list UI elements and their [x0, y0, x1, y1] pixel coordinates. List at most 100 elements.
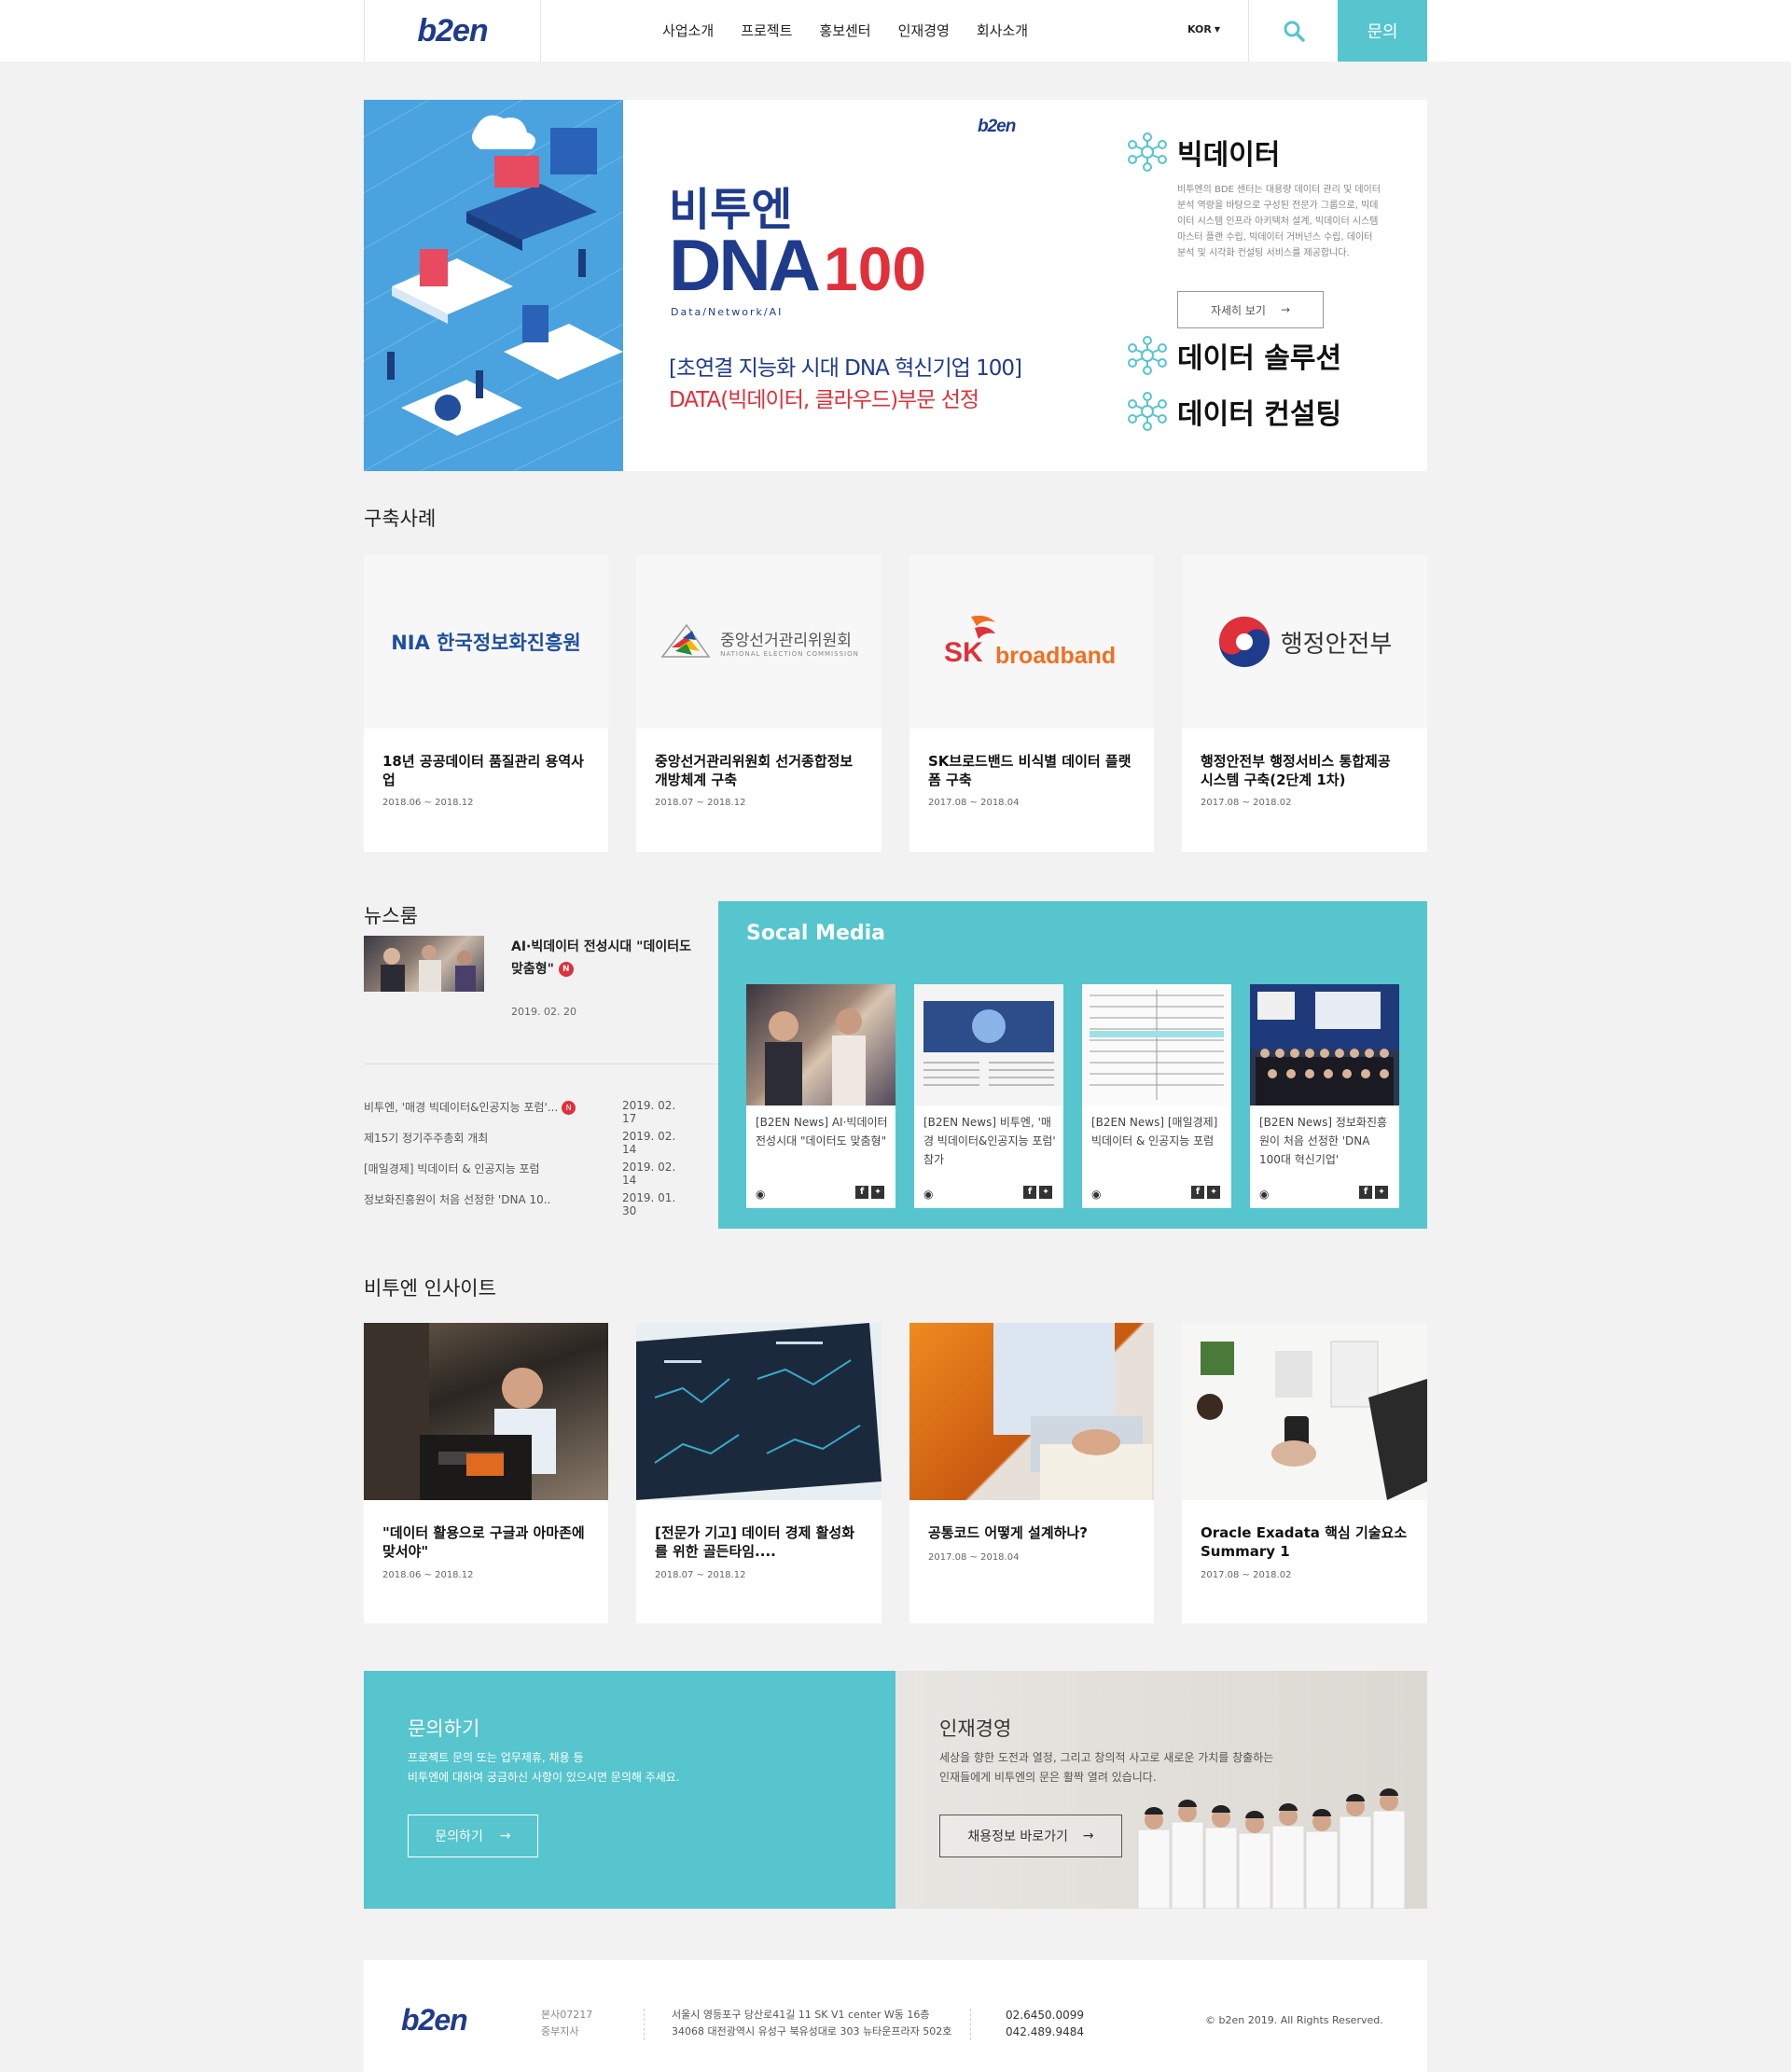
- contact-description-1: 프로젝트 문의 또는 업무제휴, 채용 등: [408, 1751, 584, 1764]
- news-featured-title[interactable]: AI·빅데이터 전성시대 "데이터도 맞춤형" N: [511, 936, 698, 980]
- case-logo-area: 중앙선거관리위원회 NATIONAL ELECTION COMMISSION: [636, 555, 882, 729]
- footer-addresses: 서울시 영등포구 당산로41길 11 SK V1 center W동 16층 3…: [672, 2007, 951, 2040]
- insight-card[interactable]: 공통코드 어떻게 설계하나? 2017.08 ~ 2018.04: [909, 1323, 1154, 1623]
- facebook-icon[interactable]: f: [1191, 1186, 1204, 1199]
- news-list-item[interactable]: 비투엔, '매경 빅데이터&인공지능 포럼'... N 2019. 02. 17: [364, 1099, 690, 1125]
- facebook-icon[interactable]: f: [1023, 1186, 1036, 1199]
- document-table-photo: [1090, 990, 1224, 1100]
- footer-divider: [644, 2009, 645, 2040]
- arrow-right-icon: →: [1280, 303, 1291, 316]
- careers-banner: 인재경영 세상을 향한 도전과 열정, 그리고 창의적 사고로 새로운 가치를 …: [896, 1671, 1427, 1909]
- insight-title: 비투엔 인사이트: [364, 1277, 496, 1300]
- twitter-icon[interactable]: ✦: [1039, 1186, 1052, 1199]
- nav-item-projects[interactable]: 프로젝트: [741, 21, 792, 40]
- footer-label-hq: 본사07217: [541, 2009, 593, 2021]
- social-card-text: [B2EN News] 정보화진흥원이 처음 선정한 'DNA 100대 혁신기…: [1259, 1116, 1388, 1166]
- desk-phone-photo: [1197, 1341, 1427, 1500]
- insight-card-date: 2018.06 ~ 2018.12: [382, 1570, 474, 1580]
- network-icon: [1128, 392, 1167, 431]
- insight-card[interactable]: [전문가 기고] 데이터 경제 활성화를 위한 골든타임.... 2018.07…: [636, 1323, 882, 1623]
- news-list-item[interactable]: [매일경제] 빅데이터 & 인공지능 포럼 2019. 02. 14: [364, 1161, 690, 1187]
- insight-card[interactable]: Oracle Exadata 핵심 기술요소 Summary 1 2017.08…: [1182, 1323, 1427, 1623]
- audience-photo: [765, 1008, 866, 1106]
- search-button[interactable]: [1248, 0, 1338, 62]
- newsroom-title: 뉴스룸: [364, 905, 418, 927]
- inquiry-button[interactable]: 문의: [1338, 0, 1427, 62]
- service-bigdata[interactable]: 빅데이터: [1127, 132, 1280, 173]
- taegeuk-emblem-icon: [1218, 617, 1270, 667]
- footer-copyright: © b2en 2019. All Rights Reserved.: [1205, 2014, 1383, 2026]
- case-title: 행정안전부 행정서비스 통합제공 시스템 구축(2단계 1차): [1201, 753, 1391, 788]
- service-consulting[interactable]: 데이터 컨설팅: [1127, 391, 1341, 432]
- audience-photo: [381, 945, 476, 992]
- banner-line-2: DATA(빅데이터, 클라우드)부문 선정: [669, 388, 979, 412]
- social-card-text: [B2EN News] 비투엔, '매경 빅데이터&인공지능 포럼' 참가: [923, 1116, 1056, 1166]
- case-card[interactable]: 중앙선거관리위원회 NATIONAL ELECTION COMMISSION 중…: [636, 555, 882, 852]
- language-selector[interactable]: KOR ▼: [1187, 23, 1220, 35]
- case-logo-area: SK broadband: [909, 555, 1154, 729]
- social-card[interactable]: [B2EN News] 비투엔, '매경 빅데이터&인공지능 포럼' 참가 ◉ …: [914, 984, 1063, 1208]
- insight-card-title: "데이터 활용으로 구글과 아마존에 맞서야": [382, 1524, 585, 1560]
- social-card-image: [914, 984, 1063, 1106]
- news-item-title: 비투엔, '매경 빅데이터&인공지능 포럼'...: [364, 1101, 559, 1114]
- social-card[interactable]: [B2EN News] [매일경제] 빅데이터 & 인공지능 포럼 ◉ f ✦: [1082, 984, 1231, 1208]
- new-badge: N: [562, 1101, 576, 1115]
- hero-illustration: [364, 100, 623, 471]
- banner-subtitle: Data/Network/AI: [671, 306, 784, 318]
- news-featured-thumbnail[interactable]: [364, 936, 484, 992]
- rss-icon[interactable]: ◉: [923, 1188, 933, 1201]
- social-card[interactable]: [B2EN News] AI·빅데이터 전성시대 "데이터도 맞춤형" ◉ f …: [746, 984, 896, 1208]
- case-card[interactable]: SK broadband SK브로드밴드 비식별 데이터 플랫폼 구축 2017…: [909, 555, 1154, 852]
- facebook-icon[interactable]: f: [1359, 1186, 1372, 1199]
- hero-section: b2en 비투엔 DNA 100 Data/Network/AI [초연결 지능…: [364, 100, 1427, 471]
- social-card[interactable]: [B2EN News] 정보화진흥원이 처음 선정한 'DNA 100대 혁신기…: [1250, 984, 1399, 1208]
- nav-item-company[interactable]: 회사소개: [977, 21, 1028, 40]
- insight-card-image: [1182, 1323, 1427, 1500]
- rss-icon[interactable]: ◉: [1259, 1188, 1269, 1201]
- case-card[interactable]: 행정안전부 행정안전부 행정서비스 통합제공 시스템 구축(2단계 1차) 20…: [1182, 555, 1427, 852]
- banner-logo: b2en: [978, 117, 1016, 136]
- news-item-title: 정보화진흥원이 처음 선정한 'DNA 10..: [364, 1193, 551, 1206]
- service-solution[interactable]: 데이터 솔루션: [1127, 335, 1341, 376]
- twitter-icon[interactable]: ✦: [871, 1186, 884, 1199]
- nav-item-pr[interactable]: 홍보센터: [819, 21, 870, 40]
- banner-title-dna: DNA: [669, 224, 821, 306]
- service-bigdata-description: 비투엔의 BDE 센터는 대용량 데이터 관리 및 데이터 분석 역량을 바탕으…: [1177, 185, 1381, 258]
- company-logo[interactable]: b2en: [417, 13, 488, 49]
- careers-button-label: 채용정보 바로가기: [967, 1829, 1068, 1844]
- case-title: SK브로드밴드 비식별 데이터 플랫폼 구축: [928, 753, 1132, 788]
- twitter-icon[interactable]: ✦: [1375, 1186, 1388, 1199]
- network-icon: [1128, 336, 1167, 375]
- contact-banner: 문의하기 프로젝트 문의 또는 업무제휴, 채용 등 비투엔에 대하여 궁금하신…: [364, 1671, 896, 1909]
- details-button[interactable]: 자세히 보기 →: [1177, 291, 1324, 328]
- insight-card-date: 2017.08 ~ 2018.02: [1201, 1570, 1292, 1580]
- arrow-right-icon: →: [499, 1829, 511, 1843]
- election-commission-name: 중앙선거관리위원회: [720, 631, 852, 650]
- news-list-item[interactable]: 정보화진흥원이 처음 선정한 'DNA 10.. 2019. 01. 30: [364, 1191, 690, 1217]
- header-logo-box[interactable]: b2en: [364, 0, 541, 62]
- nav-item-business[interactable]: 사업소개: [662, 21, 714, 40]
- insight-card[interactable]: "데이터 활용으로 구글과 아마존에 맞서야" 2018.06 ~ 2018.1…: [364, 1323, 608, 1623]
- careers-button[interactable]: 채용정보 바로가기 →: [939, 1815, 1122, 1857]
- facebook-icon[interactable]: f: [855, 1186, 868, 1199]
- insight-card-date: 2017.08 ~ 2018.04: [928, 1552, 1020, 1563]
- isometric-illustration: [364, 100, 623, 471]
- office-man-photo: [364, 1323, 556, 1500]
- contact-button[interactable]: 문의하기 →: [408, 1815, 538, 1857]
- rss-icon[interactable]: ◉: [756, 1188, 765, 1201]
- banner-line-1: [초연결 지능화 시대 DNA 혁신기업 100]: [669, 356, 1022, 381]
- case-date: 2018.07 ~ 2018.12: [655, 798, 746, 808]
- search-icon: [1284, 21, 1305, 42]
- news-list-item[interactable]: 제15기 정기주주총회 개최 2019. 02. 14: [364, 1130, 690, 1156]
- rss-icon[interactable]: ◉: [1091, 1188, 1101, 1201]
- social-media-section: Socal Media [B2EN News] AI·빅데이터 전성시대 "데이…: [718, 901, 1427, 1229]
- footer-logo[interactable]: b2en: [401, 2003, 468, 2037]
- case-card[interactable]: NIA 한국정보화진흥원 18년 공공데이터 품질관리 용역사업 2018.06…: [364, 555, 608, 852]
- newspaper-photo: [923, 1001, 1054, 1086]
- case-title: 18년 공공데이터 품질관리 용역사업: [382, 753, 584, 788]
- site-header: b2en 사업소개 프로젝트 홍보센터 인재경영 회사소개 KOR ▼ 문의: [0, 0, 1791, 62]
- social-card-image: [746, 984, 896, 1106]
- twitter-icon[interactable]: ✦: [1207, 1186, 1220, 1199]
- nav-item-careers[interactable]: 인재경영: [898, 21, 950, 40]
- case-date: 2017.08 ~ 2018.02: [1201, 798, 1292, 808]
